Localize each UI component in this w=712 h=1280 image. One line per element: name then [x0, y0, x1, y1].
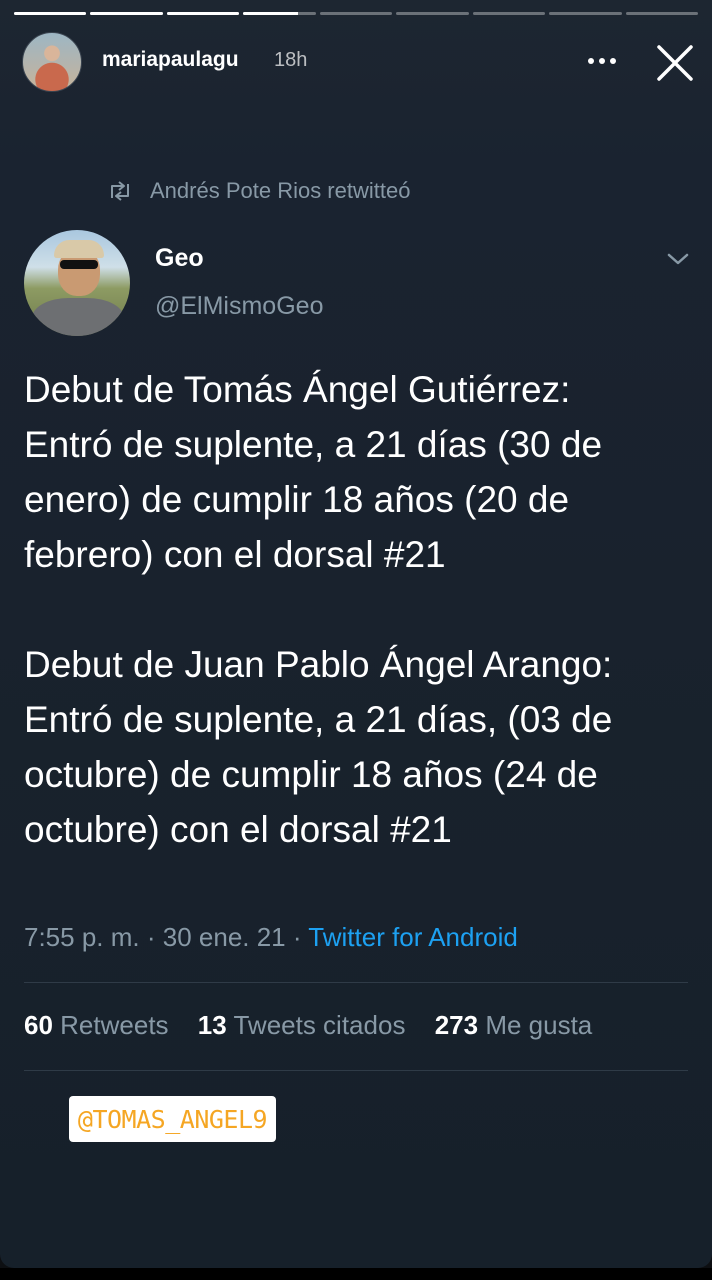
progress-segment [166, 12, 240, 15]
tweet-source-link[interactable]: Twitter for Android [308, 922, 518, 952]
retweet-icon [111, 181, 129, 201]
progress-segment [472, 12, 546, 15]
progress-segment [549, 12, 622, 15]
mention-sticker[interactable]: @TOMAS_ANGEL9 [69, 1096, 276, 1142]
author-handle[interactable]: @ElMismoGeo [155, 292, 323, 321]
story-time: 18h [274, 49, 308, 71]
story-header: mariapaulagu 18h [0, 30, 712, 92]
author-avatar[interactable] [24, 230, 130, 336]
progress-segment [625, 12, 698, 15]
progress-segment [14, 12, 87, 15]
tweet-paragraph: Entró de suplente, a 21 días, (03 de oct… [24, 699, 613, 850]
progress-segment [90, 12, 163, 15]
retweets-stat[interactable]: 60 Retweets [24, 1010, 169, 1040]
progress-segment [243, 12, 316, 15]
user-avatar[interactable] [22, 32, 82, 92]
author-name[interactable]: Geo [155, 244, 204, 273]
tweet-date: 30 ene. 21 [162, 922, 286, 952]
tweet-paragraph: Debut de Tomás Ángel Gutiérrez: [24, 369, 571, 410]
divider [24, 982, 688, 983]
quotes-stat[interactable]: 13 Tweets citados [198, 1010, 406, 1040]
divider [24, 1070, 688, 1071]
chevron-down-icon[interactable] [664, 248, 692, 270]
story-progress [14, 12, 698, 16]
tweet-stats: 60 Retweets 13 Tweets citados 273 Me gus… [24, 1010, 614, 1041]
tweet-paragraph: Entró de suplente, a 21 días (30 de ener… [24, 424, 603, 575]
tweet-meta: 7:55 p. m. · 30 ene. 21 · Twitter for An… [24, 922, 518, 952]
bottom-bar [0, 1268, 712, 1280]
more-icon[interactable] [584, 46, 620, 76]
tweet-time: 7:55 p. m. [24, 922, 140, 952]
story-username[interactable]: mariapaulagu [102, 48, 239, 72]
progress-segment [319, 12, 393, 15]
progress-segment [396, 12, 469, 15]
tweet-paragraph: Debut de Juan Pablo Ángel Arango: [24, 644, 613, 685]
close-icon[interactable] [654, 42, 696, 84]
tweet-text: Debut de Tomás Ángel Gutiérrez: Entró de… [24, 362, 700, 857]
retweet-indicator: Andrés Pote Rios retwitteó [106, 176, 410, 206]
retweeted-by-label[interactable]: Andrés Pote Rios retwitteó [150, 178, 410, 204]
likes-stat[interactable]: 273 Me gusta [435, 1010, 593, 1040]
